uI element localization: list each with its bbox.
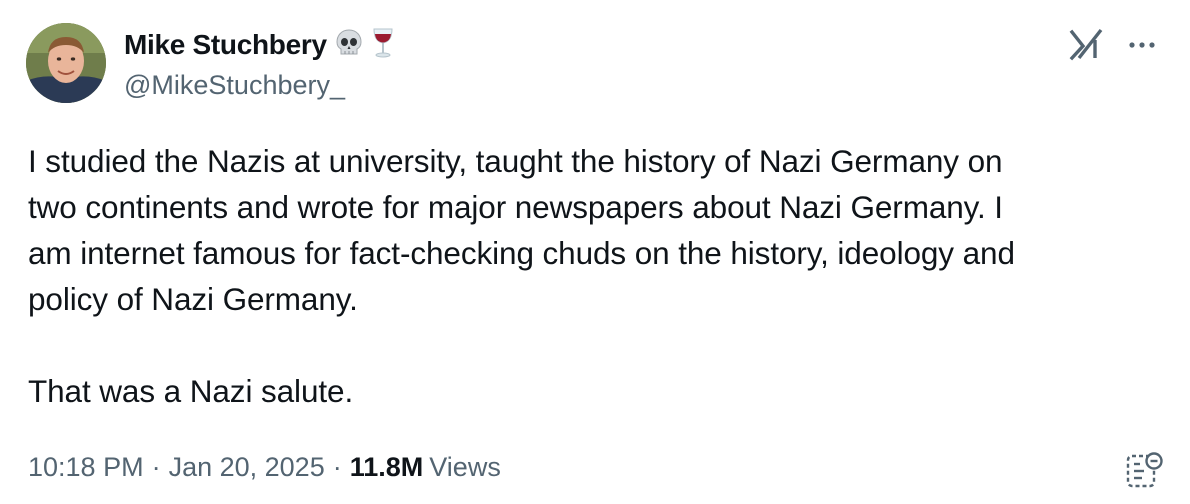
tweet-time[interactable]: 10:18 PM [28, 452, 144, 483]
views-count[interactable]: 11.8M [350, 452, 424, 483]
author-name-row[interactable]: Mike Stuchbery [124, 27, 395, 63]
tweet-card: Mike Stuchbery @MikeStuchbery_ I studied… [0, 0, 1190, 504]
views-label[interactable]: Views [429, 452, 501, 483]
tweet-date[interactable]: Jan 20, 2025 [169, 452, 325, 483]
meta-separator: · [151, 452, 161, 482]
more-options-icon[interactable] [1122, 30, 1162, 60]
meta-separator: · [332, 452, 342, 482]
grok-icon[interactable] [1068, 26, 1106, 62]
wine-glass-emoji [371, 27, 395, 64]
avatar[interactable] [26, 23, 106, 103]
author-display-name[interactable]: Mike Stuchbery [124, 29, 327, 61]
tweet-meta: 10:18 PM · Jan 20, 2025 · 11.8M Views [28, 452, 501, 483]
author-handle[interactable]: @MikeStuchbery_ [124, 70, 345, 101]
community-notes-icon[interactable] [1124, 450, 1164, 490]
skull-emoji [335, 28, 363, 63]
tweet-text: I studied the Nazis at university, taugh… [28, 143, 1015, 409]
